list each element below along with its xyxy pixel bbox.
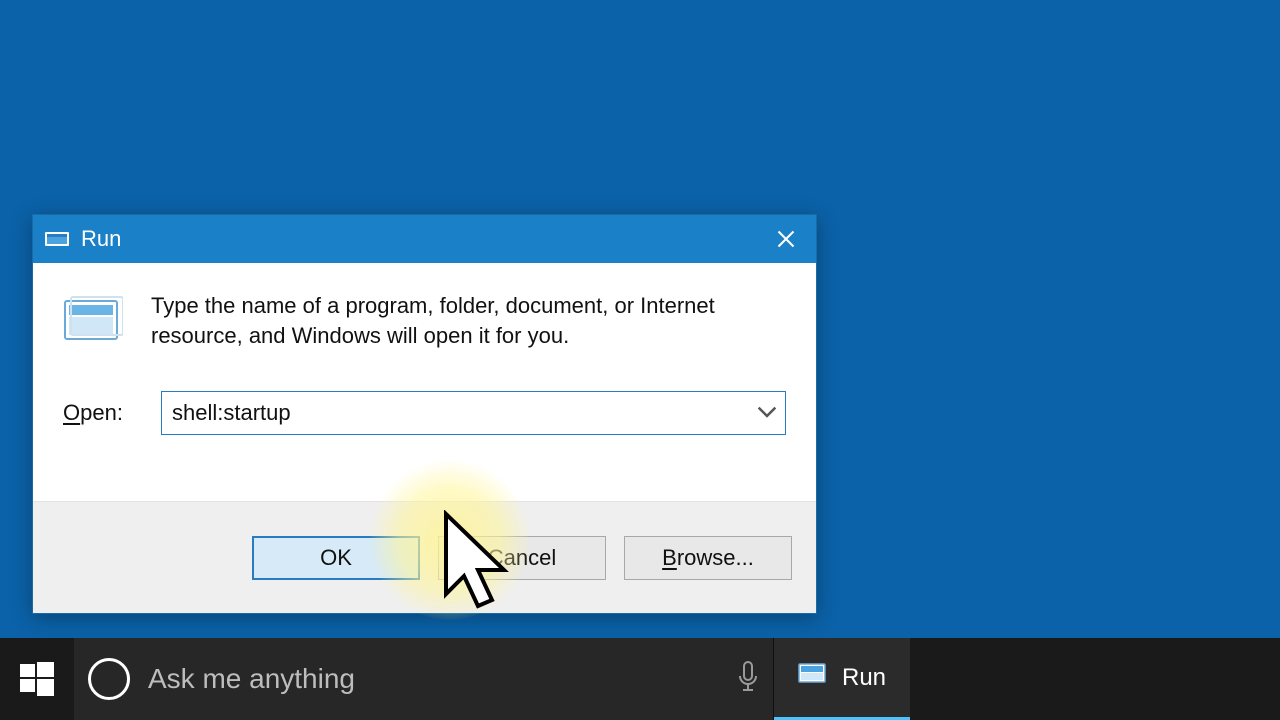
taskbar: Ask me anything Run — [0, 638, 1280, 720]
ok-button-label: OK — [320, 545, 352, 571]
start-button[interactable] — [0, 638, 74, 720]
run-description: Type the name of a program, folder, docu… — [151, 291, 786, 350]
ok-button[interactable]: OK — [252, 536, 420, 580]
open-label-accel: O — [63, 400, 80, 425]
taskbar-search[interactable]: Ask me anything — [74, 638, 774, 720]
windows-logo-icon — [20, 662, 54, 696]
microphone-icon[interactable] — [737, 660, 759, 699]
close-icon — [777, 230, 795, 248]
taskbar-item-run[interactable]: Run — [774, 638, 910, 720]
open-input[interactable] — [172, 400, 775, 426]
browse-button[interactable]: Browse... — [624, 536, 792, 580]
search-placeholder: Ask me anything — [148, 663, 719, 695]
run-dialog: Run Type the name of a program, folder, … — [32, 214, 817, 614]
cancel-button-label: Cancel — [488, 545, 556, 571]
chevron-down-icon[interactable] — [757, 403, 777, 423]
run-button-row: OK Cancel Browse... — [33, 501, 816, 613]
open-label-rest: pen: — [80, 400, 123, 425]
cortana-icon — [88, 658, 130, 700]
run-titlebar[interactable]: Run — [33, 215, 816, 263]
open-label: Open: — [63, 400, 143, 426]
browse-button-label: Browse... — [662, 545, 754, 571]
taskbar-item-label: Run — [842, 664, 886, 692]
close-button[interactable] — [756, 215, 816, 263]
run-body: Type the name of a program, folder, docu… — [33, 263, 816, 501]
run-titlebar-icon — [45, 228, 69, 250]
run-app-icon — [63, 295, 123, 355]
cancel-button[interactable]: Cancel — [438, 536, 606, 580]
run-taskbar-icon — [798, 661, 828, 694]
run-title: Run — [81, 226, 121, 252]
open-combobox[interactable] — [161, 391, 786, 435]
